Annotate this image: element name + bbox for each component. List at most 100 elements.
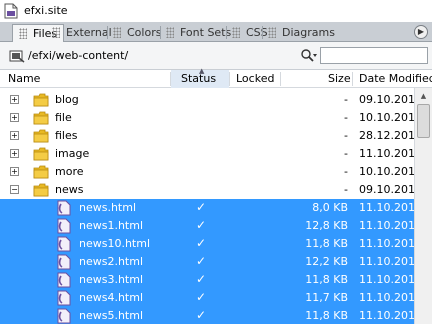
file-row[interactable]: news4.html ✓ 11,7 KB 11.10.2011 bbox=[0, 289, 414, 307]
search-icon[interactable] bbox=[300, 48, 318, 64]
row-date: 11.10.2011 bbox=[359, 291, 414, 304]
row-date: 11.10.2011 bbox=[359, 147, 414, 160]
row-name: news.html bbox=[79, 201, 137, 214]
html-file-icon bbox=[57, 290, 71, 306]
column-divider[interactable] bbox=[352, 72, 353, 86]
vertical-scrollbar[interactable]: ▲ bbox=[414, 88, 432, 324]
tab-grip-icon bbox=[268, 27, 276, 38]
column-header: Name ▲ Status Locked Size Date Modified bbox=[0, 67, 432, 88]
checkmark-icon: ✓ bbox=[196, 218, 207, 232]
expand-icon[interactable]: + bbox=[10, 131, 19, 140]
expand-icon[interactable]: + bbox=[10, 167, 19, 176]
tab-grip-icon bbox=[19, 28, 27, 39]
file-row[interactable]: news10.html ✓ 11,8 KB 11.10.2011 bbox=[0, 235, 414, 253]
column-locked[interactable]: Locked bbox=[236, 70, 274, 88]
row-name: news10.html bbox=[79, 237, 151, 250]
tab-grip-icon bbox=[52, 27, 60, 38]
row-date: 10.10.2011 bbox=[359, 165, 414, 178]
folder-row[interactable]: − news -09.10.2011 bbox=[0, 181, 414, 199]
tab-grip-icon bbox=[232, 27, 240, 38]
column-divider[interactable] bbox=[280, 72, 281, 86]
row-name: news4.html bbox=[79, 291, 144, 304]
checkmark-icon: ✓ bbox=[196, 200, 207, 214]
row-size: 11,8 KB bbox=[305, 309, 348, 322]
row-name: blog bbox=[55, 93, 79, 106]
window-titlebar: efxi.site bbox=[0, 0, 432, 22]
html-file-icon bbox=[57, 236, 71, 252]
row-name: news5.html bbox=[79, 309, 144, 322]
row-date: 09.10.2011 bbox=[359, 183, 414, 196]
folder-row[interactable]: + file -10.10.2011 bbox=[0, 109, 414, 127]
column-name[interactable]: Name bbox=[8, 70, 40, 88]
tab-colors[interactable]: Colors bbox=[107, 24, 167, 42]
row-date: 09.10.2011 bbox=[359, 93, 414, 106]
folder-row[interactable]: + blog -09.10.2011 bbox=[0, 91, 414, 109]
html-file-icon bbox=[57, 200, 71, 216]
row-name: more bbox=[55, 165, 84, 178]
row-name: image bbox=[55, 147, 90, 160]
path-toolbar: /efxi/web-content/ bbox=[0, 42, 432, 70]
file-row[interactable]: news.html ✓ 8,0 KB 11.10.2011 bbox=[0, 199, 414, 217]
column-status[interactable]: ▲ Status bbox=[171, 67, 229, 88]
html-file-icon bbox=[57, 272, 71, 288]
tab-label: External bbox=[66, 26, 112, 39]
expand-icon[interactable]: + bbox=[10, 149, 19, 158]
folder-icon bbox=[33, 165, 49, 179]
panel-tabbar: Files External Colors Font Sets CSS Diag… bbox=[0, 22, 432, 43]
row-date: 11.10.2011 bbox=[359, 237, 414, 250]
folder-row[interactable]: + more -10.10.2011 bbox=[0, 163, 414, 181]
expand-icon[interactable]: + bbox=[10, 95, 19, 104]
scroll-up-icon[interactable]: ▲ bbox=[417, 90, 430, 102]
row-size: - bbox=[344, 129, 348, 142]
tab-grip-icon bbox=[113, 27, 121, 38]
row-date: 11.10.2011 bbox=[359, 201, 414, 214]
checkmark-icon: ✓ bbox=[196, 254, 207, 268]
row-date: 11.10.2011 bbox=[359, 309, 414, 322]
row-name: file bbox=[55, 111, 72, 124]
folder-icon bbox=[33, 129, 49, 143]
row-date: 11.10.2011 bbox=[359, 273, 414, 286]
row-name: news1.html bbox=[79, 219, 144, 232]
row-size: - bbox=[344, 93, 348, 106]
collapse-icon[interactable]: − bbox=[10, 185, 19, 194]
row-date: 11.10.2011 bbox=[359, 255, 414, 268]
file-row[interactable]: news2.html ✓ 12,2 KB 11.10.2011 bbox=[0, 253, 414, 271]
tab-label: Colors bbox=[127, 26, 162, 39]
row-size: 12,8 KB bbox=[305, 219, 348, 232]
column-divider[interactable] bbox=[229, 72, 230, 86]
panel-options-icon[interactable]: ▶ bbox=[414, 25, 428, 39]
html-file-icon bbox=[57, 308, 71, 324]
column-date-modified[interactable]: Date Modified bbox=[359, 70, 432, 88]
folder-row[interactable]: + files -28.12.2010 bbox=[0, 127, 414, 145]
column-size[interactable]: Size bbox=[328, 70, 351, 88]
folder-icon bbox=[33, 93, 49, 107]
file-list: + blog-09.10.2011+ file-10.10.2011+ file… bbox=[0, 88, 414, 324]
folder-icon bbox=[33, 147, 49, 161]
row-size: 11,7 KB bbox=[305, 291, 348, 304]
expand-icon[interactable]: + bbox=[10, 113, 19, 122]
search-input[interactable] bbox=[320, 47, 428, 64]
window-title: efxi.site bbox=[24, 4, 68, 17]
row-name: files bbox=[55, 129, 78, 142]
html-file-icon bbox=[57, 218, 71, 234]
checkmark-icon: ✓ bbox=[196, 290, 207, 304]
row-size: 11,8 KB bbox=[305, 273, 348, 286]
checkmark-icon: ✓ bbox=[196, 236, 207, 250]
site-folder-icon bbox=[9, 50, 25, 63]
row-date: 28.12.2010 bbox=[359, 129, 414, 142]
tab-diagrams[interactable]: Diagrams bbox=[262, 24, 341, 42]
folder-row[interactable]: + image -11.10.2011 bbox=[0, 145, 414, 163]
row-size: - bbox=[344, 183, 348, 196]
file-row[interactable]: news1.html ✓ 12,8 KB 11.10.2011 bbox=[0, 217, 414, 235]
row-size: - bbox=[344, 165, 348, 178]
row-size: - bbox=[344, 147, 348, 160]
scroll-thumb[interactable] bbox=[417, 104, 430, 138]
tab-label: Diagrams bbox=[282, 26, 335, 39]
file-row[interactable]: news5.html ✓ 11,8 KB 11.10.2011 bbox=[0, 307, 414, 324]
row-name: news bbox=[55, 183, 84, 196]
site-file-icon bbox=[4, 3, 18, 19]
checkmark-icon: ✓ bbox=[196, 272, 207, 286]
row-name: news3.html bbox=[79, 273, 144, 286]
tab-label: Font Sets bbox=[180, 26, 232, 39]
file-row[interactable]: news3.html ✓ 11,8 KB 11.10.2011 bbox=[0, 271, 414, 289]
